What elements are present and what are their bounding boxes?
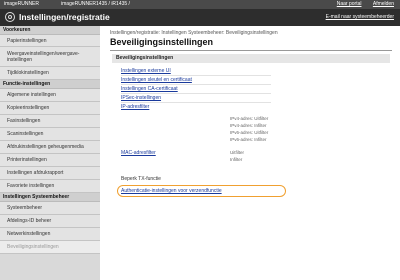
highlight-outline	[117, 185, 286, 197]
sidebar-item-paper[interactable]: Papierinstellingen	[0, 35, 100, 47]
mail-admin-link[interactable]: E-mail naar systeembeheerder	[326, 14, 394, 20]
sidebar-heading-functions: Functie-instellingen	[0, 80, 100, 89]
sidebar-item-display[interactable]: Weergaveinstellingen/weergave-instelling…	[0, 47, 100, 67]
top-links: Naar portal Afmelden	[327, 0, 394, 9]
key-cert-link[interactable]: Instellingen sleutel en certificaat	[121, 77, 192, 83]
sidebar-item-fax[interactable]: Faxinstellingen	[0, 115, 100, 128]
page-title: Beveiligingsinstellingen	[110, 37, 214, 47]
main-content: Instellingen/registratie: Instellingen S…	[100, 26, 400, 280]
ip-filter-value: IPv6-adres: Infilter	[230, 137, 267, 142]
sidebar-item-scan[interactable]: Scaninstellingen	[0, 128, 100, 141]
row-divider	[121, 102, 271, 103]
sidebar-item-general[interactable]: Algemene instellingen	[0, 89, 100, 102]
sidebar-heading-preferences: Voorkeuren	[0, 26, 100, 35]
mac-filter-link[interactable]: MAC-adresfilter	[121, 150, 156, 156]
section-heading: Beveiligingsinstellingen	[112, 54, 390, 63]
sidebar-item-department-id[interactable]: Afdelings-ID beheer	[0, 215, 100, 228]
row-divider	[121, 84, 271, 85]
ip-filter-value: IPv6-adres: Uitfilter	[230, 130, 269, 135]
title-divider	[110, 50, 392, 51]
sidebar-item-printer[interactable]: Printerinstellingen	[0, 154, 100, 167]
sidebar-item-network[interactable]: Netwerkinstellingen	[0, 228, 100, 241]
mac-filter-value: Infilter	[230, 157, 243, 162]
mac-filter-value: Uitfilter	[230, 150, 245, 155]
ip-filter-value: IPv4-adres: Infilter	[230, 123, 267, 128]
sidebar-item-system-management[interactable]: Systeembeheer	[0, 202, 100, 215]
remote-ui-link[interactable]: Instellingen externe UI	[121, 68, 171, 74]
sidebar-item-timer[interactable]: Tijdklokinstellingen	[0, 67, 100, 80]
row-divider	[121, 75, 271, 76]
app-title: Instellingen/registratie	[19, 12, 110, 22]
sidebar: Voorkeuren Papierinstellingen Weergavein…	[0, 26, 100, 280]
ip-filter-link[interactable]: IP-adresfilter	[121, 104, 149, 110]
top-bar: imageRUNNER imageRUNNER1435 / iR1435 / Na…	[0, 0, 400, 9]
sidebar-item-copy[interactable]: Kopieerinstellingen	[0, 102, 100, 115]
ip-filter-value: IPv4-adres: Uitfilter	[230, 116, 269, 121]
sidebar-heading-system: Instellingen Systeembeheer	[0, 193, 100, 202]
logout-link[interactable]: Afmelden	[373, 1, 394, 7]
product-name: imageRUNNER	[4, 1, 40, 7]
ca-cert-link[interactable]: Instellingen CA-certificaat	[121, 86, 178, 92]
settings-logo-icon	[5, 12, 15, 22]
sidebar-item-security[interactable]: Beveiligingsinstellingen	[0, 241, 100, 254]
portal-link[interactable]: Naar portal	[337, 1, 362, 7]
sidebar-item-report[interactable]: Instellingen afdrukrapport	[0, 167, 100, 180]
restrict-tx-label: Beperk TX-functie	[121, 176, 161, 182]
sidebar-item-favorites[interactable]: Favoriete instellingen	[0, 180, 100, 193]
ipsec-link[interactable]: IPSec-instellingen	[121, 95, 161, 101]
row-divider	[121, 93, 271, 94]
title-bar: Instellingen/registratie E-mail naar sys…	[0, 9, 400, 26]
device-model: imageRUNNER imageRUNNER1435 / iR1435 /	[4, 0, 130, 9]
model-name: imageRUNNER1435 / iR1435 /	[61, 1, 130, 7]
sidebar-item-media-print[interactable]: Afdrukinstellingen geheugenmedia	[0, 141, 100, 154]
breadcrumb: Instellingen/registratie: Instellingen S…	[110, 30, 278, 36]
